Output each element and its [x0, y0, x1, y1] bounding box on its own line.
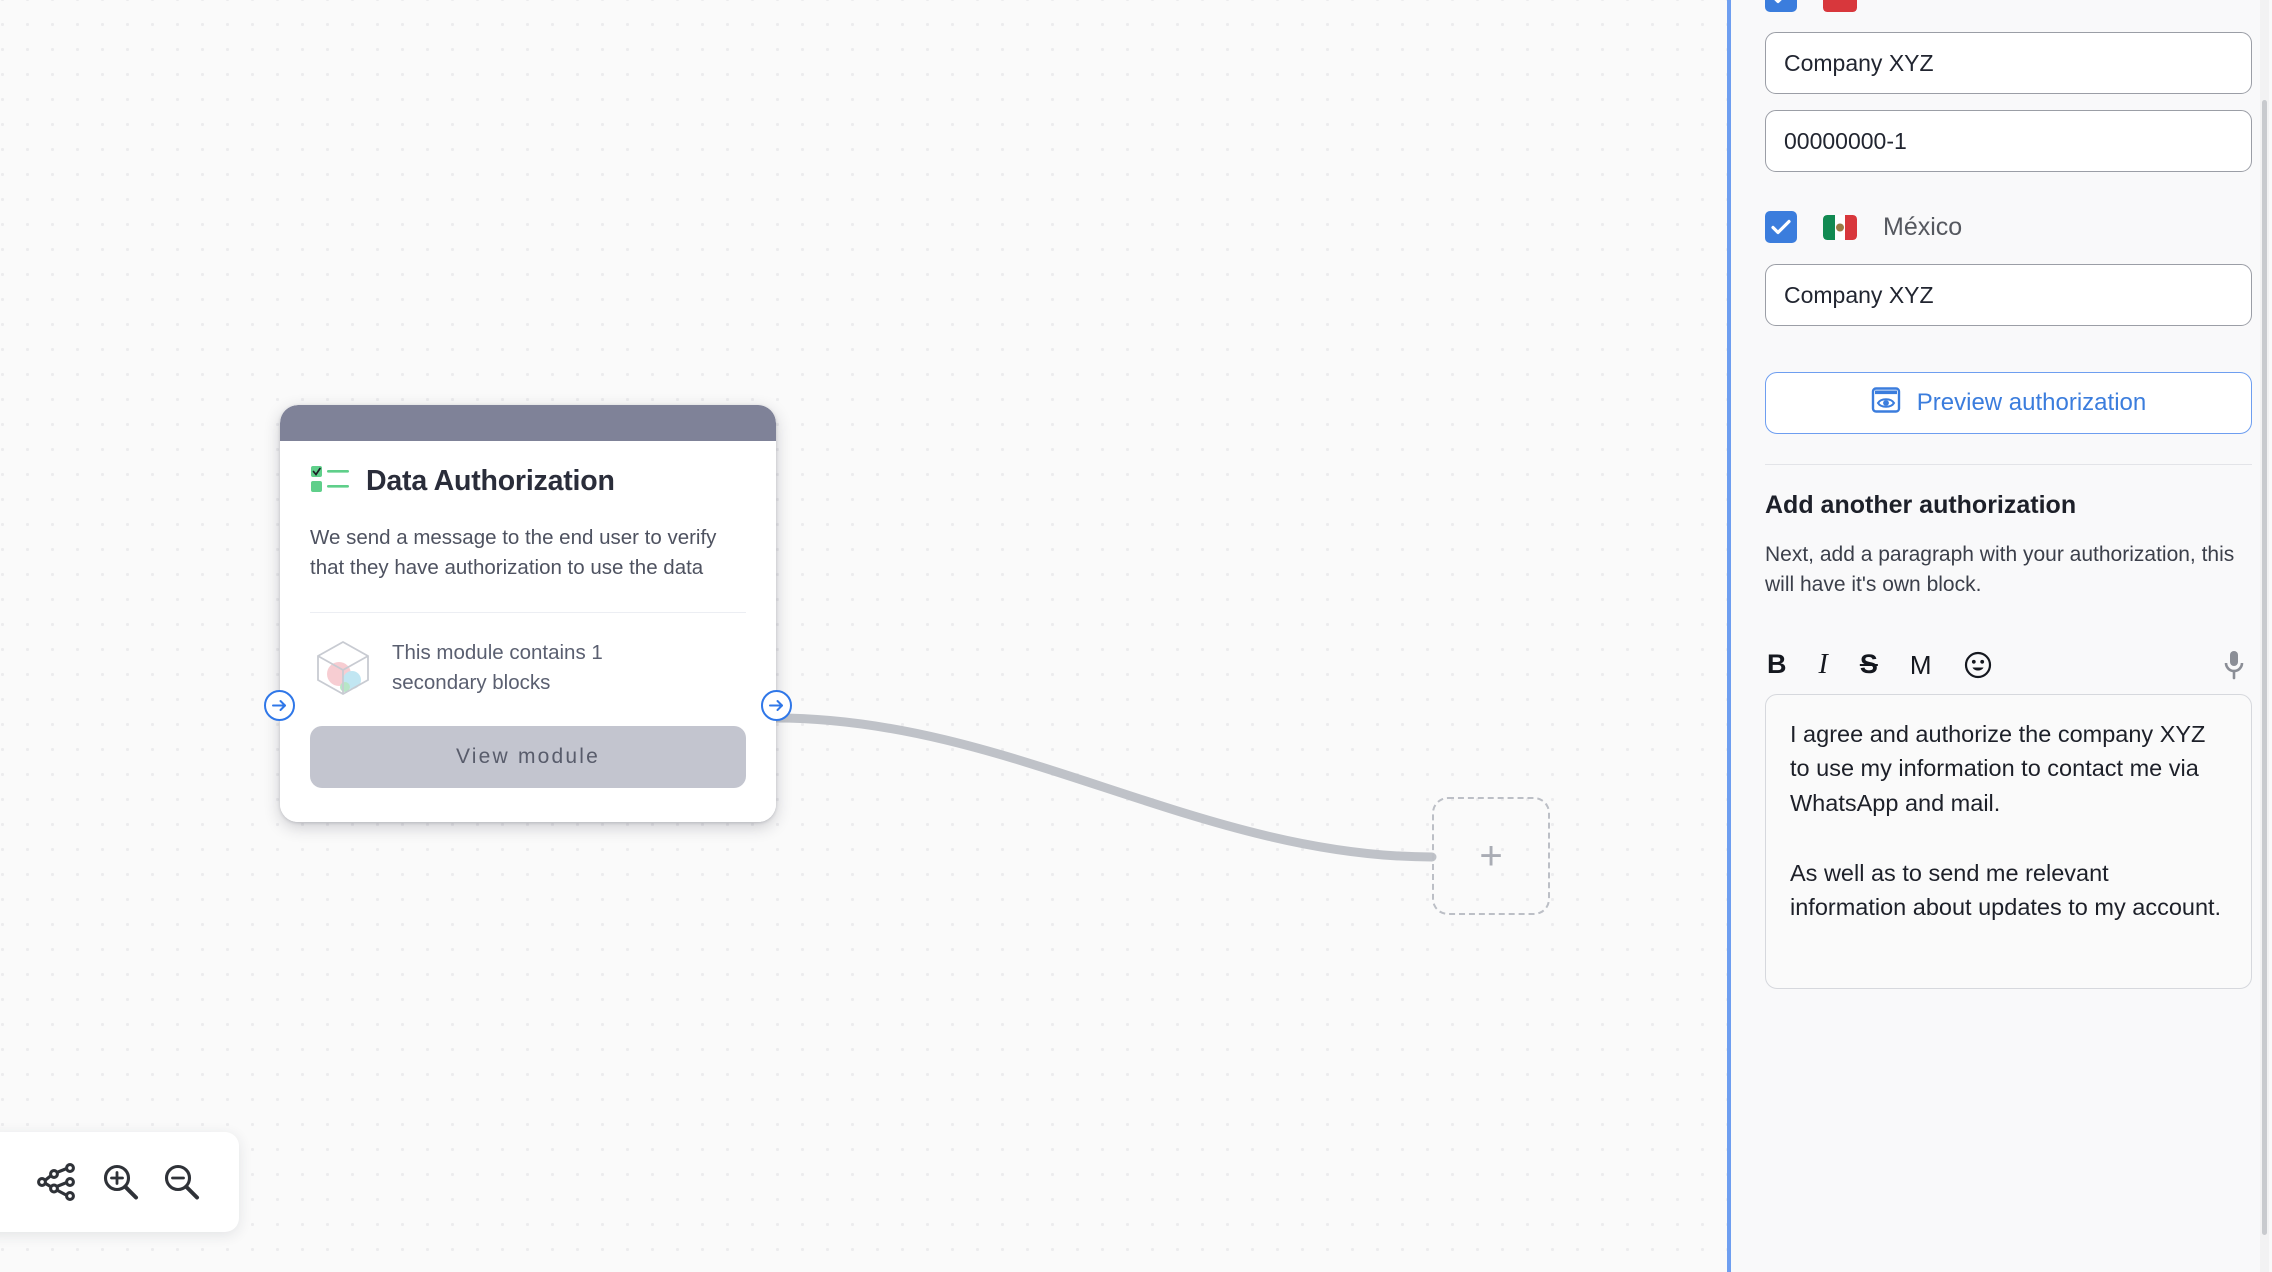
zoom-out-button[interactable]	[154, 1155, 208, 1209]
country-row[interactable]: México	[1765, 210, 2252, 244]
flag-generic-red	[1823, 0, 1857, 12]
authorization-block-1	[1765, 0, 2252, 172]
microphone-icon	[2224, 650, 2244, 679]
country-row[interactable]	[1765, 0, 2252, 12]
emoji-smiley-icon	[1964, 651, 1991, 678]
panel-divider	[1765, 464, 2252, 465]
bold-button[interactable]: B	[1765, 649, 1789, 680]
node-description: We send a message to the end user to ver…	[310, 526, 717, 580]
node-input-handle[interactable]	[264, 690, 295, 721]
eye-preview-icon	[1871, 386, 1901, 421]
node-divider	[310, 611, 746, 613]
panel-scroll-content: México Preview authorization A	[1731, 0, 2272, 1272]
company-name-field-2[interactable]	[1765, 264, 2252, 326]
add-node-placeholder[interactable]: +	[1432, 797, 1550, 915]
authorization-text-editor[interactable]: I agree and authorize the company XYZ to…	[1765, 693, 2252, 989]
zoom-out-icon	[164, 1164, 199, 1200]
monospace-button[interactable]: M	[1908, 650, 1934, 680]
node-title-row: Data Authorization	[310, 463, 746, 500]
add-another-authorization-subtext: Next, add a paragraph with your authoriz…	[1765, 543, 2235, 596]
zoom-in-icon	[104, 1164, 139, 1200]
country-name: México	[1883, 212, 1963, 241]
plus-icon: +	[1479, 834, 1503, 878]
company-name-field-1[interactable]	[1765, 32, 2252, 94]
check-icon	[1771, 219, 1791, 235]
canvas-toolbar	[0, 1132, 239, 1232]
authorization-block-2: México	[1765, 210, 2252, 326]
tax-id-field-1[interactable]	[1765, 110, 2252, 172]
flow-canvas[interactable]: Data Authorization We send a message to …	[0, 0, 1727, 1272]
app-root: Data Authorization We send a message to …	[0, 0, 2272, 1272]
edge-data-authorization-to-placeholder	[771, 713, 1437, 862]
cube-icon	[310, 633, 376, 704]
node-title: Data Authorization	[366, 465, 615, 497]
flag-mexico	[1823, 214, 1857, 240]
country-checkbox[interactable]	[1765, 211, 1797, 243]
authorization-side-panel: México Preview authorization A	[1727, 0, 2272, 1272]
fit-view-graph-icon	[37, 1163, 76, 1201]
node-data-authorization[interactable]: Data Authorization We send a message to …	[264, 405, 792, 822]
panel-scrollbar[interactable]	[2260, 0, 2269, 1272]
rich-text-toolbar: B I S M	[1765, 636, 2252, 694]
checklist-icon	[310, 463, 350, 500]
node-output-handle[interactable]	[761, 690, 792, 721]
preview-authorization-label: Preview authorization	[1916, 389, 2147, 416]
microphone-button[interactable]	[2220, 647, 2248, 683]
strikethrough-button[interactable]: S	[1858, 649, 1880, 680]
node-card-inner: Data Authorization We send a message to …	[280, 405, 776, 822]
node-secondary-row: This module contains 1 secondary blocks	[310, 633, 746, 704]
emoji-button[interactable]	[1962, 649, 1994, 681]
check-icon	[1774, 0, 1782, 4]
zoom-in-button[interactable]	[93, 1155, 147, 1209]
arrow-right-icon	[769, 700, 783, 711]
node-body: Data Authorization We send a message to …	[280, 441, 776, 822]
arrow-right-icon	[272, 700, 286, 711]
node-secondary-text: This module contains 1 secondary blocks	[392, 641, 603, 695]
panel-scrollbar-thumb[interactable]	[2262, 100, 2267, 1235]
fit-view-button[interactable]	[29, 1155, 87, 1209]
country-checkbox[interactable]	[1765, 0, 1797, 12]
preview-authorization-button[interactable]: Preview authorization	[1765, 372, 2252, 434]
italic-button[interactable]: I	[1817, 649, 1830, 681]
add-another-authorization-heading: Add another authorization	[1765, 491, 2077, 519]
node-header-bar	[280, 405, 776, 441]
view-module-button[interactable]: View module	[310, 725, 746, 788]
edge-layer	[771, 713, 1437, 862]
